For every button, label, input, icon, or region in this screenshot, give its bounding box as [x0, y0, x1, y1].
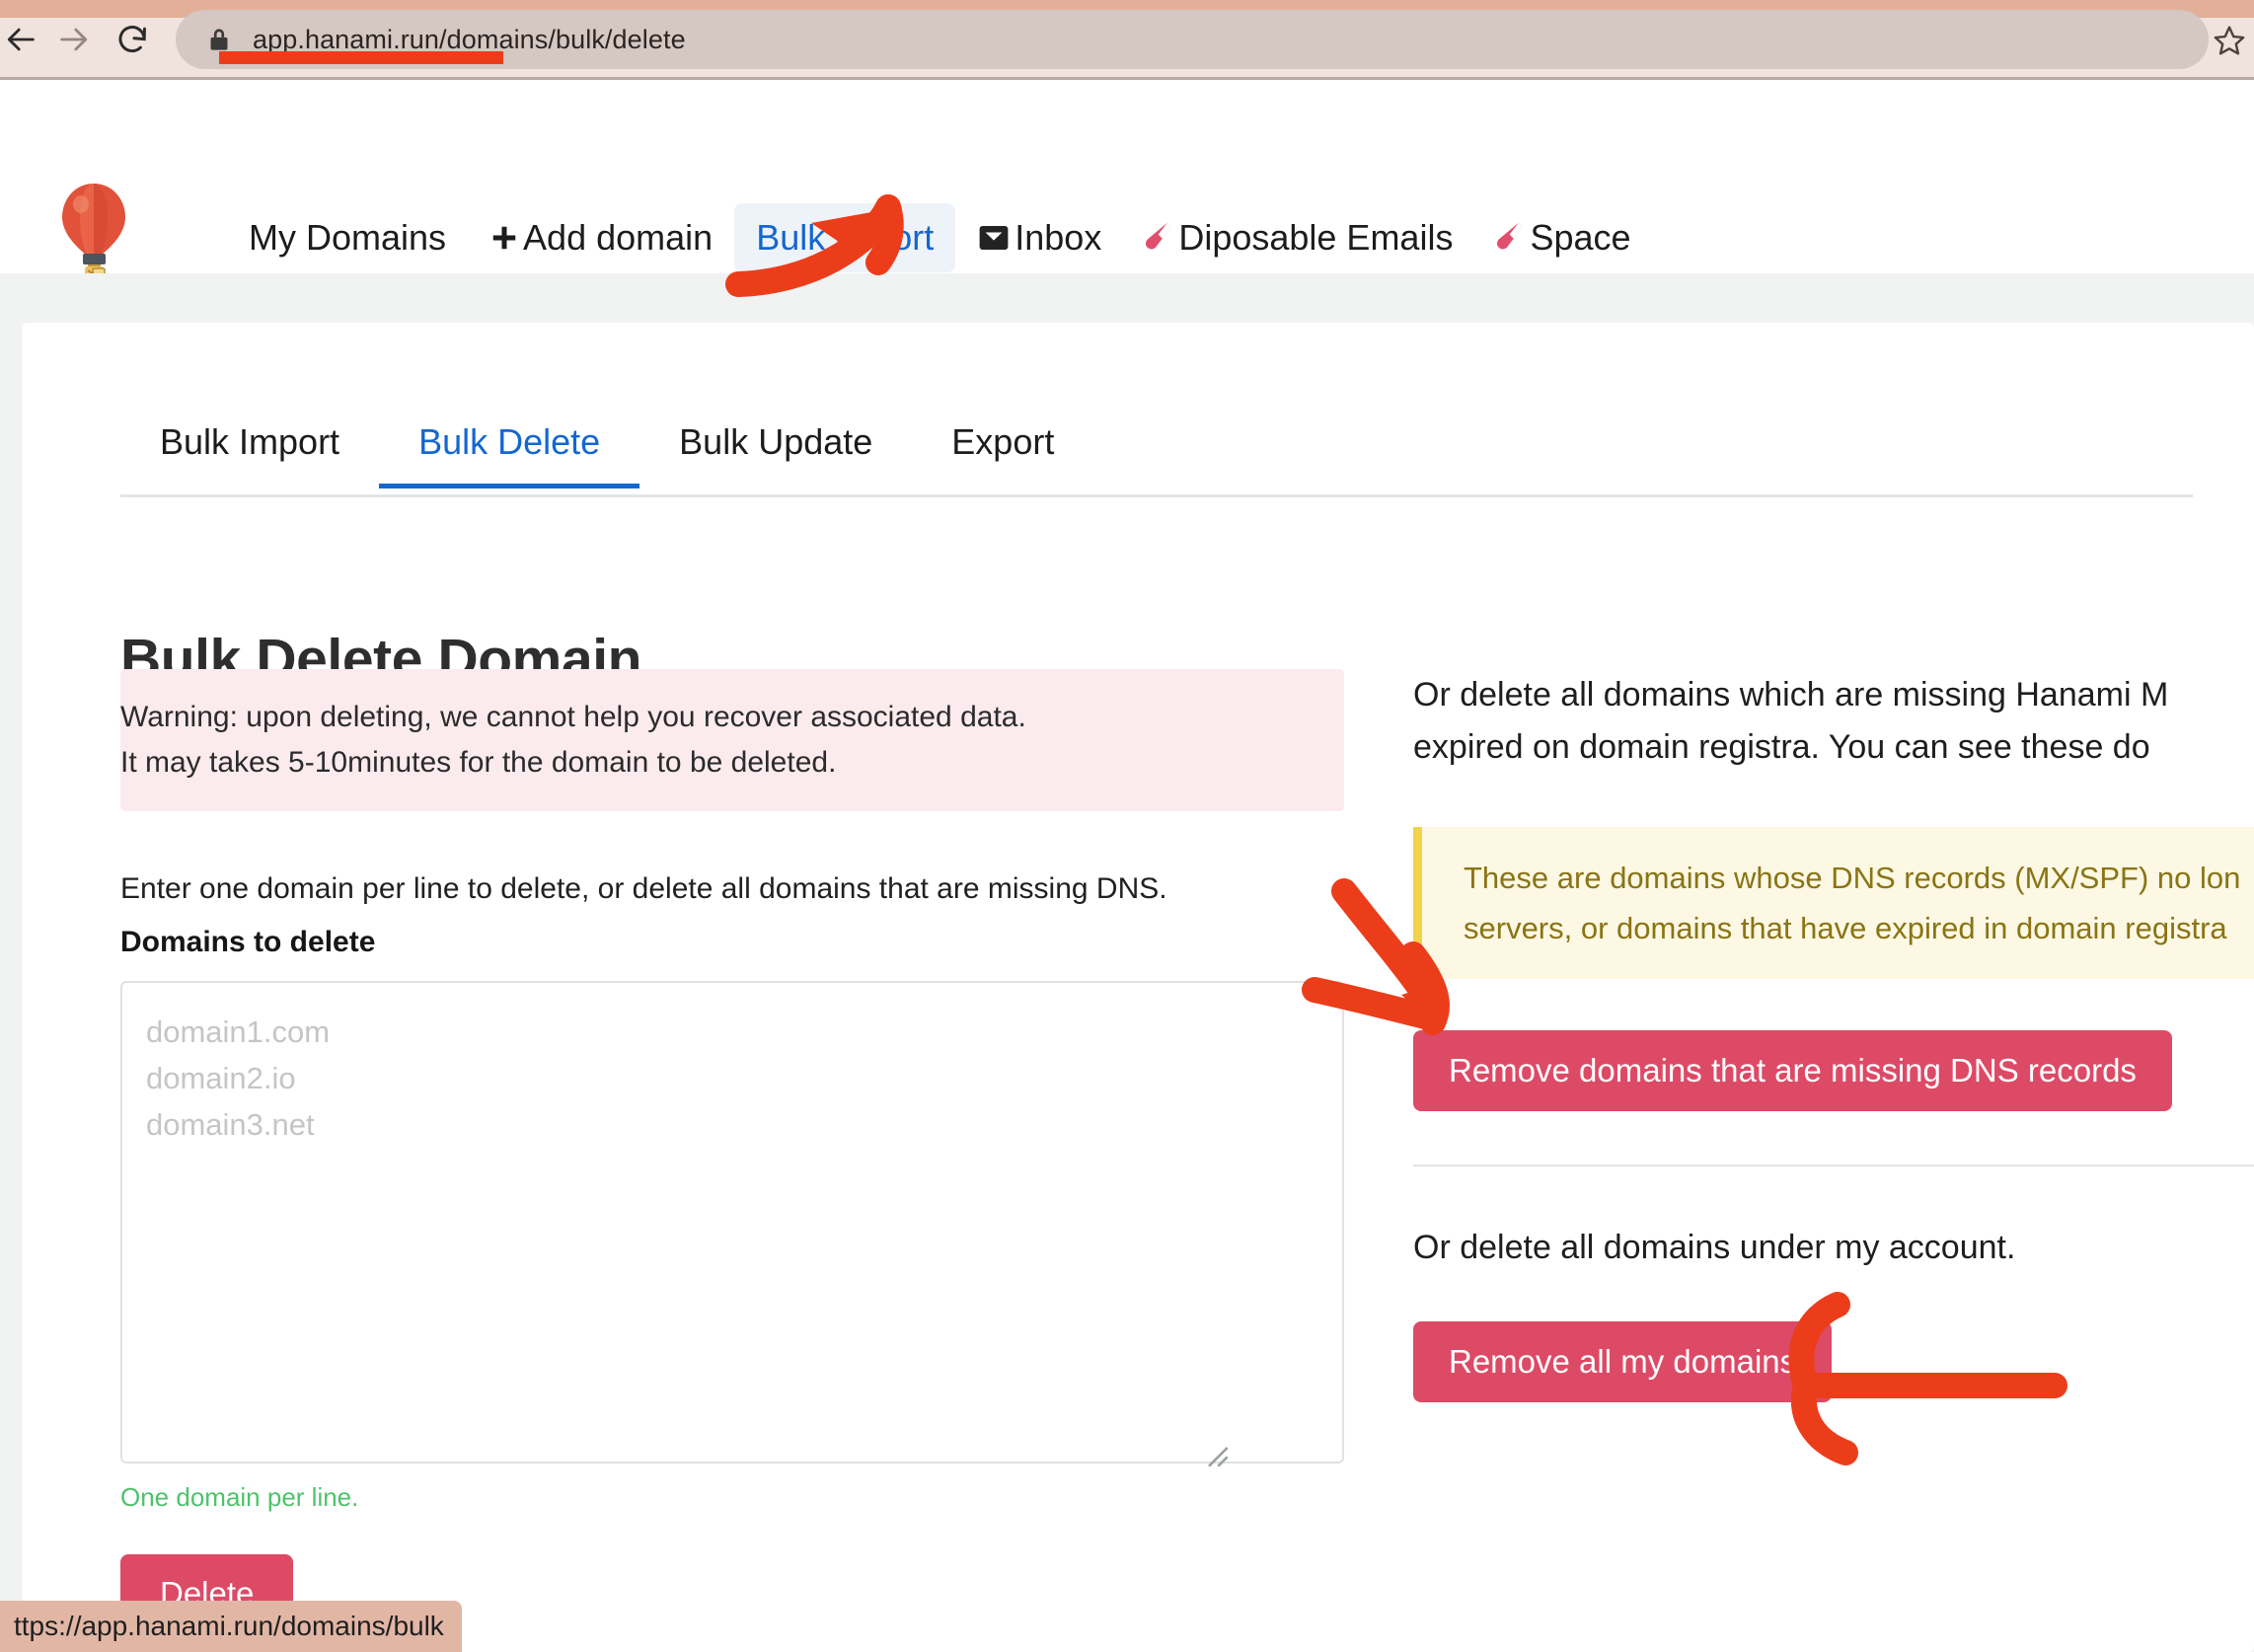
tab-bulk-delete[interactable]: Bulk Delete	[379, 421, 639, 488]
browser-status-bar: ttps://app.hanami.run/domains/bulk	[0, 1601, 462, 1652]
address-bar-url: app.hanami.run/domains/bulk/delete	[253, 24, 686, 54]
notice-line-2: servers, or domains that have expired in…	[1464, 911, 2227, 945]
main-navigation: My Domains Add domain Bulk import Inbox	[227, 203, 1653, 272]
nav-item-bulk-import-label: Bulk import	[756, 217, 935, 258]
domains-help-text: One domain per line.	[120, 1482, 359, 1512]
form-intro-text: Enter one domain per line to delete, or …	[120, 872, 1167, 905]
nav-item-diposable-emails[interactable]: Diposable Emails	[1123, 203, 1474, 272]
hot-air-balloon-logo[interactable]	[57, 182, 130, 284]
nav-item-add-domain[interactable]: Add domain	[468, 203, 734, 272]
vial-icon	[1496, 221, 1526, 255]
dns-notice-banner: These are domains whose DNS records (MX/…	[1413, 827, 2254, 979]
vial-icon	[1145, 221, 1174, 255]
bookmark-star-icon[interactable]	[2213, 24, 2246, 57]
section-tabs: Bulk Import Bulk Delete Bulk Update Expo…	[120, 421, 2193, 497]
browser-back-button[interactable]	[0, 14, 47, 65]
url-highlight-annotation	[219, 51, 503, 64]
inbox-icon	[977, 224, 1011, 252]
warning-line-1: Warning: upon deleting, we cannot help y…	[120, 701, 1026, 733]
content-card: Bulk Import Bulk Delete Bulk Update Expo…	[22, 323, 2254, 1652]
remove-all-domains-button[interactable]: Remove all my domains	[1413, 1321, 1833, 1402]
warning-line-2: It may takes 5-10minutes for the domain …	[120, 746, 837, 779]
tab-export[interactable]: Export	[912, 421, 1093, 488]
plus-icon	[489, 223, 519, 253]
tab-bulk-update[interactable]: Bulk Update	[639, 421, 912, 488]
remove-missing-dns-button[interactable]: Remove domains that are missing DNS reco…	[1413, 1030, 2172, 1111]
domains-to-delete-textarea[interactable]	[120, 981, 1344, 1464]
site-header: My Domains Add domain Bulk import Inbox	[0, 80, 2254, 282]
nav-item-space[interactable]: Space	[1474, 203, 1652, 272]
tab-bulk-import[interactable]: Bulk Import	[120, 421, 379, 488]
right-intro-line-1: Or delete all domains which are missing …	[1413, 676, 2169, 713]
nav-item-inbox[interactable]: Inbox	[955, 203, 1123, 272]
warning-banner: Warning: upon deleting, we cannot help y…	[120, 669, 1344, 811]
remove-all-description: Or delete all domains under my account.	[1413, 1229, 2016, 1266]
bulk-delete-form-column: Warning: upon deleting, we cannot help y…	[120, 669, 1344, 1633]
nav-item-diposable-emails-label: Diposable Emails	[1178, 217, 1454, 258]
bulk-delete-actions-column: Or delete all domains which are missing …	[1413, 669, 2254, 1402]
nav-item-space-label: Space	[1530, 217, 1631, 258]
browser-chrome: app.hanami.run/domains/bulk/delete	[0, 0, 2254, 80]
nav-item-my-domains[interactable]: My Domains	[227, 203, 468, 272]
section-divider	[1413, 1164, 2254, 1166]
arrow-left-icon	[7, 28, 35, 51]
domains-field-label: Domains to delete	[120, 926, 376, 958]
nav-item-bulk-import[interactable]: Bulk import	[734, 203, 956, 272]
browser-reload-button[interactable]	[107, 14, 158, 65]
notice-line-1: These are domains whose DNS records (MX/…	[1464, 861, 2241, 895]
reload-icon	[118, 26, 146, 53]
browser-forward-button[interactable]	[47, 14, 99, 65]
right-intro-line-2: expired on domain registra. You can see …	[1413, 728, 2150, 766]
nav-item-add-domain-label: Add domain	[523, 217, 714, 258]
textarea-resize-handle[interactable]	[1202, 1441, 1230, 1468]
nav-item-inbox-label: Inbox	[1014, 217, 1102, 258]
lock-icon	[209, 28, 229, 51]
arrow-right-icon	[60, 28, 88, 51]
nav-item-my-domains-label: My Domains	[249, 217, 447, 258]
